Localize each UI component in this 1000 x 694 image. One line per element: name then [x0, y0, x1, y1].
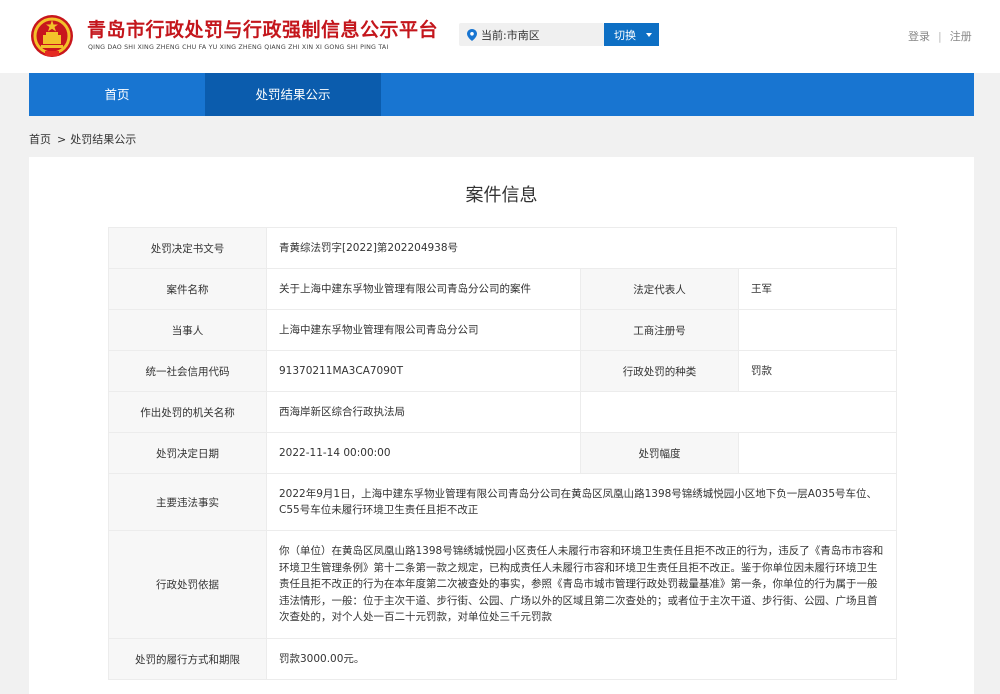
penalty-type-value: 罚款 — [738, 350, 897, 392]
range-value — [738, 432, 897, 474]
party-value: 上海中建东孚物业管理有限公司青岛分公司 — [266, 309, 581, 351]
credit-code-value: 91370211MA3CA7090T — [266, 350, 581, 392]
performance-value: 罚款3000.00元。 — [266, 638, 897, 680]
facts-value: 2022年9月1日，上海中建东孚物业管理有限公司青岛分公司在黄岛区凤凰山路139… — [266, 473, 897, 531]
site-header: 青岛市行政处罚与行政强制信息公示平台 QING DAO SHI XING ZHE… — [0, 0, 1000, 73]
nav-item-home[interactable]: 首页 — [29, 73, 205, 116]
case-info-panel: 案件信息 处罚决定书文号 青黄综法罚字[2022]第202204938号 案件名… — [29, 157, 974, 694]
national-emblem-icon — [31, 15, 73, 57]
legal-rep-label: 法定代表人 — [580, 268, 739, 310]
switch-location-button[interactable]: 切换 — [604, 23, 659, 46]
breadcrumb-current: 处罚结果公示 — [70, 133, 137, 146]
authority-label: 作出处罚的机关名称 — [108, 391, 267, 433]
credit-code-label: 统一社会信用代码 — [108, 350, 267, 392]
page-title: 案件信息 — [465, 185, 538, 206]
case-info-table: 处罚决定书文号 青黄综法罚字[2022]第202204938号 案件名称 关于上… — [108, 227, 897, 680]
site-pinyin-subtitle: QING DAO SHI XING ZHENG CHU FA YU XING Z… — [88, 44, 389, 51]
current-location: 当前:市南区 — [459, 23, 604, 46]
location-pin-icon — [467, 29, 477, 41]
table-row: 主要违法事实 2022年9月1日，上海中建东孚物业管理有限公司青岛分公司在黄岛区… — [108, 473, 897, 531]
table-row: 统一社会信用代码 91370211MA3CA7090T 行政处罚的种类 罚款 — [108, 350, 897, 392]
auth-links: 登录 | 注册 — [908, 28, 972, 44]
table-row: 处罚的履行方式和期限 罚款3000.00元。 — [108, 638, 897, 680]
table-row: 处罚决定书文号 青黄综法罚字[2022]第202204938号 — [108, 227, 897, 269]
party-label: 当事人 — [108, 309, 267, 351]
breadcrumb-arrow: > — [57, 133, 67, 146]
doc-no-value: 青黄综法罚字[2022]第202204938号 — [266, 227, 897, 269]
authority-value: 西海岸新区综合行政执法局 — [266, 391, 581, 433]
location-text: 当前:市南区 — [481, 29, 540, 42]
caret-down-icon — [646, 33, 652, 37]
performance-label: 处罚的履行方式和期限 — [108, 638, 267, 680]
table-row: 处罚决定日期 2022-11-14 00:00:00 处罚幅度 — [108, 432, 897, 474]
table-row: 当事人 上海中建东孚物业管理有限公司青岛分公司 工商注册号 — [108, 309, 897, 351]
date-value: 2022-11-14 00:00:00 — [266, 432, 581, 474]
main-nav: 首页 处罚结果公示 — [29, 73, 974, 116]
empty-cell — [580, 391, 897, 433]
table-row: 行政处罚依据 你（单位）在黄岛区凤凰山路1398号锦绣城悦园小区责任人未履行市容… — [108, 530, 897, 639]
doc-no-label: 处罚决定书文号 — [108, 227, 267, 269]
basis-value: 你（单位）在黄岛区凤凰山路1398号锦绣城悦园小区责任人未履行市容和环境卫生责任… — [266, 530, 897, 639]
table-row: 作出处罚的机关名称 西海岸新区综合行政执法局 — [108, 391, 897, 433]
breadcrumb-home[interactable]: 首页 — [29, 133, 51, 146]
date-label: 处罚决定日期 — [108, 432, 267, 474]
login-link[interactable]: 登录 — [908, 30, 930, 43]
basis-label: 行政处罚依据 — [108, 530, 267, 639]
case-name-value: 关于上海中建东孚物业管理有限公司青岛分公司的案件 — [266, 268, 581, 310]
site-title: 青岛市行政处罚与行政强制信息公示平台 — [87, 19, 439, 41]
auth-divider: | — [938, 30, 942, 43]
switch-label: 切换 — [614, 30, 636, 42]
reg-no-label: 工商注册号 — [580, 309, 739, 351]
nav-item-penalty-results[interactable]: 处罚结果公示 — [205, 73, 381, 116]
register-link[interactable]: 注册 — [950, 30, 972, 43]
case-name-label: 案件名称 — [108, 268, 267, 310]
legal-rep-value: 王军 — [738, 268, 897, 310]
breadcrumb: 首页 > 处罚结果公示 — [29, 131, 136, 147]
table-row: 案件名称 关于上海中建东孚物业管理有限公司青岛分公司的案件 法定代表人 王军 — [108, 268, 897, 310]
penalty-type-label: 行政处罚的种类 — [580, 350, 739, 392]
facts-label: 主要违法事实 — [108, 473, 267, 531]
reg-no-value — [738, 309, 897, 351]
range-label: 处罚幅度 — [580, 432, 739, 474]
